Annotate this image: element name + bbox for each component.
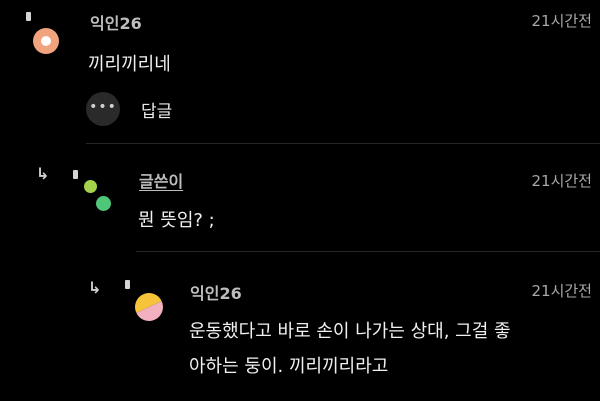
badge-icon <box>125 280 130 289</box>
author-name[interactable]: 익인26 <box>90 10 142 34</box>
comment-text-line: 운동했다고 바로 손이 나가는 상대, 그걸 좋 <box>189 321 511 342</box>
author-name[interactable]: 글쓴이 <box>139 168 183 192</box>
avatar[interactable] <box>80 178 114 218</box>
comment-text: 끼리끼리네 <box>88 54 171 75</box>
author-name[interactable]: 익인26 <box>190 280 242 304</box>
badge-icon <box>73 170 78 179</box>
timestamp: 21시간전 <box>531 12 593 30</box>
avatar-dot <box>96 196 111 211</box>
reply-arrow-icon: ↳ <box>36 164 50 183</box>
avatar-dot <box>84 180 97 193</box>
timestamp: 21시간전 <box>531 172 593 190</box>
avatar[interactable] <box>33 28 59 54</box>
badge-icon <box>26 12 31 21</box>
divider <box>86 143 600 144</box>
timestamp: 21시간전 <box>531 282 593 300</box>
divider <box>136 251 600 252</box>
comment-text: 뭔 뜻임? ; <box>138 210 215 231</box>
comment-text-line: 아하는 둥이. 끼리끼리라고 <box>189 356 389 377</box>
more-options-button[interactable]: ••• <box>86 92 120 126</box>
avatar[interactable] <box>130 288 168 326</box>
reply-arrow-icon: ↳ <box>88 278 102 297</box>
reply-button[interactable]: 답글 <box>141 97 172 122</box>
